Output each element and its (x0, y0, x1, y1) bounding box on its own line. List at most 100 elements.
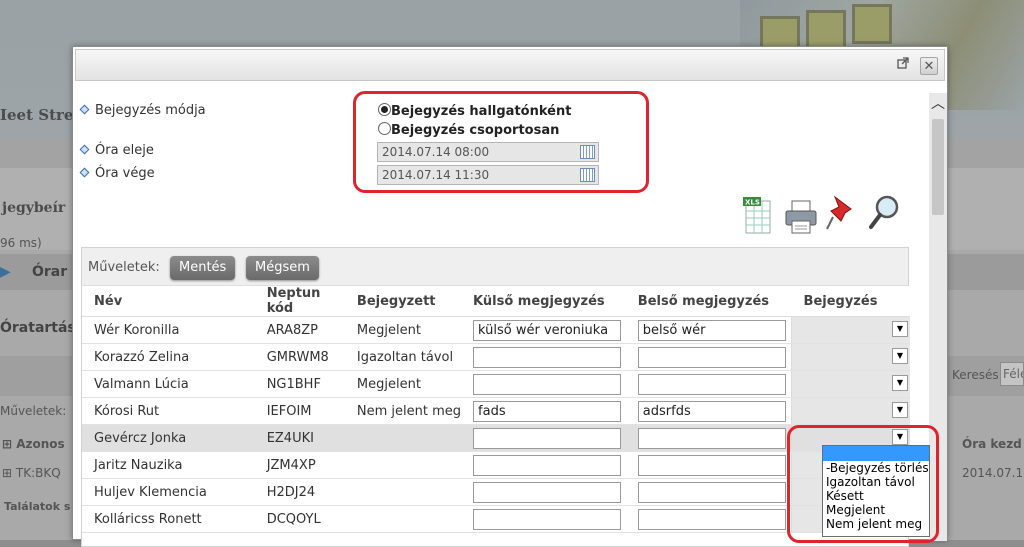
cell-code: DCQOYL (254, 505, 345, 533)
dropdown-arrow-icon[interactable]: ▼ (892, 348, 908, 364)
bg-row-date: 2014.07.1 (962, 466, 1024, 480)
table-row[interactable]: Kórosi Rut IEFOIM Nem jelent meg fads ad… (82, 397, 910, 425)
modal-titlebar: ✕ (75, 49, 945, 81)
internal-note-input[interactable] (637, 508, 786, 530)
bg-col-azonos: ⊞ Azonos (2, 437, 65, 451)
entry-select[interactable]: ▼ (791, 397, 910, 425)
cell-name: Huljev Klemencia (82, 478, 255, 506)
external-note-input[interactable] (473, 508, 622, 530)
entry-select[interactable]: ▼ (791, 316, 910, 344)
cell-status: Igazoltan távol (344, 343, 462, 371)
internal-note-input[interactable]: belső wér (637, 319, 786, 341)
pin-icon[interactable] (825, 193, 859, 235)
cell-name: Jaritz Nauzika (82, 451, 255, 479)
table-row[interactable]: Huljev Klemencia H2DJ24 (82, 478, 910, 506)
table-row[interactable]: Valmann Lúcia NG1BHF Megjelent ▼ (82, 370, 910, 398)
bg-ops-label: Műveletek: (0, 404, 67, 418)
entries-table: Név Neptun kód Bejegyzett Külső megjegyz… (82, 286, 910, 533)
bg-section: jegybeír (2, 200, 66, 216)
col-neptun[interactable]: Neptun kód (254, 286, 345, 317)
external-note-input[interactable] (473, 454, 622, 476)
external-note-input[interactable] (473, 373, 622, 395)
cell-name: Kórosi Rut (82, 397, 255, 425)
highlight-frame-settings (353, 91, 649, 193)
dropdown-arrow-icon[interactable]: ▼ (892, 402, 908, 418)
cell-name: Wér Koronilla (82, 316, 255, 344)
start-label: Óra eleje (79, 143, 154, 158)
cell-name: Gevércz Jonka (82, 424, 255, 452)
cell-status (344, 478, 462, 506)
bullet-icon (79, 167, 90, 178)
cell-code: NG1BHF (254, 370, 345, 398)
bullet-icon (79, 144, 90, 155)
cell-code: H2DJ24 (254, 478, 345, 506)
cell-status (344, 505, 462, 533)
scroll-up-arrow[interactable]: ︿ (929, 93, 947, 115)
col-name[interactable]: Név (82, 286, 255, 317)
table-row-selected[interactable]: Gevércz Jonka EZ4UKI ▼ (82, 424, 910, 452)
entry-select[interactable]: ▼ (791, 370, 910, 398)
cell-status (344, 424, 462, 452)
cell-code: IEFOIM (254, 397, 345, 425)
svg-text:XLS: XLS (745, 199, 760, 207)
print-icon[interactable] (783, 197, 817, 239)
end-label: Óra vége (79, 166, 155, 181)
highlight-frame-dropdown (787, 425, 939, 543)
operations-label: Műveletek: (88, 260, 160, 275)
cell-name: Korazzó Zelina (82, 343, 255, 371)
operations-bar: Műveletek: Mentés Mégsem (82, 248, 908, 286)
col-internal-note[interactable]: Belső megjegyzés (625, 286, 792, 317)
entry-modal: ✕ ︿ Bejegyzés módja Óra eleje Óra vége B… (72, 46, 948, 547)
cell-code: JZM4XP (254, 451, 345, 479)
external-note-input[interactable] (473, 481, 622, 503)
entries-panel: Műveletek: Mentés Mégsem Név Neptun kód … (81, 247, 910, 547)
bullet-icon (79, 104, 90, 115)
bg-search-label: Keresés (952, 368, 999, 382)
entry-select[interactable]: ▼ (791, 343, 910, 371)
bg-nav: Órar (32, 264, 68, 280)
internal-note-input[interactable] (637, 481, 786, 503)
external-link-icon[interactable] (894, 57, 912, 75)
mode-label: Bejegyzés módja (79, 103, 206, 118)
internal-note-input[interactable] (637, 346, 786, 368)
table-row[interactable]: Wér Koronilla ARA8ZP Megjelent külső wér… (82, 316, 910, 344)
cell-name: Valmann Lúcia (82, 370, 255, 398)
cell-status: Nem jelent meg (344, 397, 462, 425)
internal-note-input[interactable] (637, 427, 786, 449)
external-note-input[interactable] (473, 427, 622, 449)
internal-note-input[interactable] (637, 454, 786, 476)
dropdown-arrow-icon[interactable]: ▼ (892, 321, 908, 337)
col-entry[interactable]: Bejegyzés (791, 286, 910, 317)
scroll-thumb[interactable] (932, 119, 944, 215)
close-icon[interactable]: ✕ (920, 57, 938, 75)
bg-row-code: ⊞ TK:BKQ (2, 466, 61, 480)
external-note-input[interactable]: külső wér veroniuka (473, 319, 622, 341)
cell-status (344, 451, 462, 479)
external-note-input[interactable]: fads (473, 400, 622, 422)
cell-code: GMRWM8 (254, 343, 345, 371)
bg-search-input: Féle (1000, 362, 1024, 386)
cell-code: ARA8ZP (254, 316, 345, 344)
table-row[interactable]: Korazzó Zelina GMRWM8 Igazoltan távol ▼ (82, 343, 910, 371)
cell-name: Kolláricss Ronett (82, 505, 255, 533)
cell-status: Megjelent (344, 370, 462, 398)
table-row[interactable]: Jaritz Nauzika JZM4XP (82, 451, 910, 479)
col-external-note[interactable]: Külső megjegyzés (461, 286, 626, 317)
bg-panel-title: Óratartás (0, 320, 76, 336)
bg-timing: 96 ms) (0, 236, 42, 250)
dropdown-arrow-icon[interactable]: ▼ (892, 375, 908, 391)
col-registered[interactable]: Bejegyzett (344, 286, 462, 317)
xls-icon[interactable]: XLS (741, 195, 775, 237)
external-note-input[interactable] (473, 346, 622, 368)
cell-code: EZ4UKI (254, 424, 345, 452)
internal-note-input[interactable]: adsrfds (637, 400, 786, 422)
cancel-button[interactable]: Mégsem (246, 256, 319, 280)
table-header: Név Neptun kód Bejegyzett Külső megjegyz… (82, 286, 910, 317)
cell-status: Megjelent (344, 316, 462, 344)
internal-note-input[interactable] (637, 373, 786, 395)
bg-results: Találatok s (4, 500, 71, 513)
save-button[interactable]: Mentés (170, 256, 236, 280)
magnifier-icon[interactable] (867, 193, 901, 235)
table-row[interactable]: Kolláricss Ronett DCQOYL (82, 505, 910, 533)
bg-col-ora-kezd: Óra kezd (962, 437, 1022, 451)
